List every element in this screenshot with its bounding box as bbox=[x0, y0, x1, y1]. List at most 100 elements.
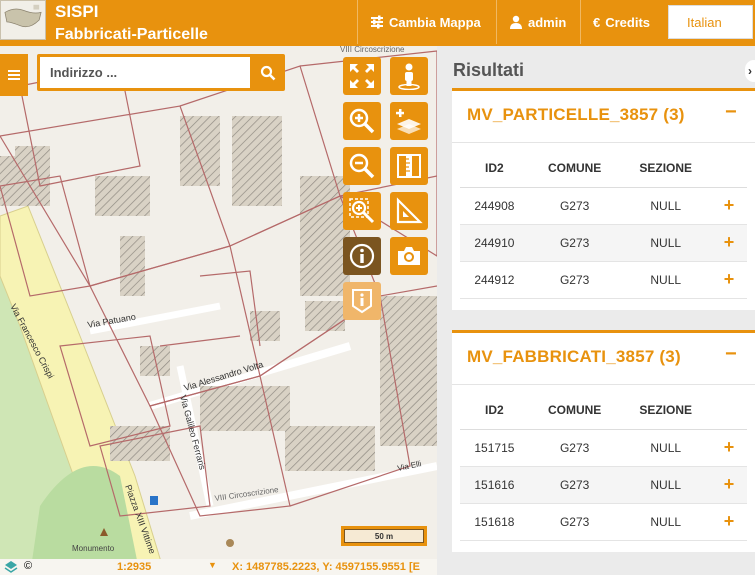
panel-header[interactable]: MV_PARTICELLE_3857 (3) − bbox=[452, 91, 755, 143]
zoom-area-icon bbox=[349, 198, 375, 224]
cell-sezione: NULL bbox=[620, 187, 711, 225]
camera-icon bbox=[398, 247, 420, 265]
panel-title: MV_FABBRICATI_3857 (3) bbox=[467, 347, 681, 366]
address-search-input[interactable] bbox=[40, 57, 250, 88]
collapse-icon[interactable]: − bbox=[725, 343, 737, 366]
chevron-right-icon: › bbox=[748, 64, 752, 78]
cell-sezione: NULL bbox=[620, 224, 711, 262]
app-subtitle: Fabbricati-Particelle bbox=[55, 26, 208, 43]
change-map-label: Cambia Mappa bbox=[389, 14, 481, 30]
mouse-coordinates: X: 1487785.2223, Y: 4597155.9551 [E bbox=[232, 561, 420, 573]
measure-ruler-icon bbox=[397, 154, 421, 178]
fullscreen-button[interactable] bbox=[343, 57, 381, 95]
cell-sezione: NULL bbox=[620, 429, 711, 467]
column-header-action bbox=[711, 392, 747, 430]
expand-row-icon[interactable]: + bbox=[711, 466, 747, 504]
map-scale-ratio[interactable]: 1:2935 bbox=[117, 561, 151, 573]
column-header-sezione: SEZIONE bbox=[620, 392, 711, 430]
search-icon bbox=[260, 65, 275, 80]
cell-id2: 151618 bbox=[460, 503, 529, 541]
info-button[interactable] bbox=[343, 237, 381, 275]
zoom-in-button[interactable] bbox=[343, 102, 381, 140]
table-header-row: ID2 COMUNE SEZIONE bbox=[460, 392, 747, 430]
measure-area-icon bbox=[396, 197, 423, 224]
fuel-station-icon bbox=[150, 496, 158, 505]
layers-icon[interactable] bbox=[4, 560, 18, 574]
table-row[interactable]: 244910 G273 NULL + bbox=[460, 224, 747, 262]
user-button[interactable]: admin bbox=[496, 0, 578, 44]
cell-sezione: NULL bbox=[620, 466, 711, 504]
add-layer-icon bbox=[396, 109, 421, 134]
expand-row-icon[interactable]: + bbox=[711, 503, 747, 541]
column-header-id2: ID2 bbox=[460, 150, 529, 188]
panel-header[interactable]: MV_FABBRICATI_3857 (3) − bbox=[452, 333, 755, 385]
cell-id2: 151616 bbox=[460, 466, 529, 504]
scale-bar-label: 50 m bbox=[344, 529, 424, 543]
results-table: ID2 COMUNE SEZIONE 244908 G273 NULL + 24… bbox=[460, 150, 747, 299]
coordinates-suffix: [E bbox=[408, 561, 420, 573]
language-selector[interactable]: Italian bbox=[668, 5, 753, 39]
table-row[interactable]: 151618 G273 NULL + bbox=[460, 503, 747, 541]
address-search bbox=[37, 54, 285, 91]
cell-comune: G273 bbox=[528, 224, 621, 262]
sliders-icon bbox=[371, 15, 383, 29]
credits-label: Credits bbox=[605, 14, 651, 30]
cell-comune: G273 bbox=[528, 429, 621, 467]
panel-title: MV_PARTICELLE_3857 (3) bbox=[467, 105, 685, 124]
euro-icon: € bbox=[593, 14, 601, 30]
cell-id2: 151715 bbox=[460, 429, 529, 467]
zoom-area-button[interactable] bbox=[343, 192, 381, 230]
search-button[interactable] bbox=[252, 57, 283, 88]
street-view-button[interactable] bbox=[390, 57, 428, 95]
scale-bar: 50 m bbox=[341, 526, 427, 546]
expand-row-icon[interactable]: + bbox=[711, 261, 747, 299]
collapse-sidebar-button[interactable]: › bbox=[745, 60, 755, 82]
cell-comune: G273 bbox=[528, 261, 621, 299]
collapse-icon[interactable]: − bbox=[725, 101, 737, 124]
cell-id2: 244908 bbox=[460, 187, 529, 225]
expand-row-icon[interactable]: + bbox=[711, 224, 747, 262]
column-header-sezione: SEZIONE bbox=[620, 150, 711, 188]
chevron-down-icon[interactable]: ▼ bbox=[208, 560, 217, 570]
sicily-logo[interactable] bbox=[0, 0, 46, 40]
street-view-icon bbox=[398, 63, 420, 90]
zoom-in-icon bbox=[349, 108, 375, 134]
measure-distance-button[interactable] bbox=[390, 147, 428, 185]
info-multi-icon bbox=[352, 289, 372, 314]
column-header-id2: ID2 bbox=[460, 392, 529, 430]
copyright-text[interactable]: © bbox=[24, 560, 32, 572]
hamburger-icon bbox=[8, 74, 20, 76]
credits-button[interactable]: € Credits bbox=[580, 0, 662, 44]
expand-row-icon[interactable]: + bbox=[711, 187, 747, 225]
cell-id2: 244912 bbox=[460, 261, 529, 299]
app-title: SISPI bbox=[55, 2, 99, 21]
sidebar-menu-button[interactable] bbox=[0, 54, 28, 96]
add-layer-button[interactable] bbox=[390, 102, 428, 140]
district-label-top: VIII Circoscrizione bbox=[340, 46, 405, 54]
table-row[interactable]: 151715 G273 NULL + bbox=[460, 429, 747, 467]
map-status-bar: © 1:2935 ▼ X: 1487785.2223, Y: 4597155.9… bbox=[0, 559, 437, 575]
map-view[interactable]: Via Francesco Crispi Via Patuano Via Ale… bbox=[0, 46, 437, 575]
results-table: ID2 COMUNE SEZIONE 151715 G273 NULL + 15… bbox=[460, 392, 747, 541]
table-row[interactable]: 244912 G273 NULL + bbox=[460, 261, 747, 299]
results-sidebar: Risultati › MV_PARTICELLE_3857 (3) − ID2… bbox=[437, 46, 755, 575]
info-multi-button[interactable] bbox=[343, 282, 381, 320]
snapshot-button[interactable] bbox=[390, 237, 428, 275]
user-icon bbox=[510, 15, 522, 29]
table-header-row: ID2 COMUNE SEZIONE bbox=[460, 150, 747, 188]
fullscreen-icon bbox=[350, 64, 374, 88]
column-header-comune: COMUNE bbox=[528, 150, 621, 188]
measure-area-button[interactable] bbox=[390, 192, 428, 230]
zoom-out-button[interactable] bbox=[343, 147, 381, 185]
cell-comune: G273 bbox=[528, 187, 621, 225]
results-panel-particelle: MV_PARTICELLE_3857 (3) − ID2 COMUNE SEZI… bbox=[452, 88, 755, 310]
cell-sezione: NULL bbox=[620, 503, 711, 541]
table-row[interactable]: 151616 G273 NULL + bbox=[460, 466, 747, 504]
column-header-comune: COMUNE bbox=[528, 392, 621, 430]
table-row[interactable]: 244908 G273 NULL + bbox=[460, 187, 747, 225]
expand-row-icon[interactable]: + bbox=[711, 429, 747, 467]
cell-id2: 244910 bbox=[460, 224, 529, 262]
poi-icon bbox=[226, 539, 234, 547]
info-icon bbox=[349, 243, 375, 269]
change-map-button[interactable]: Cambia Mappa bbox=[357, 0, 493, 44]
